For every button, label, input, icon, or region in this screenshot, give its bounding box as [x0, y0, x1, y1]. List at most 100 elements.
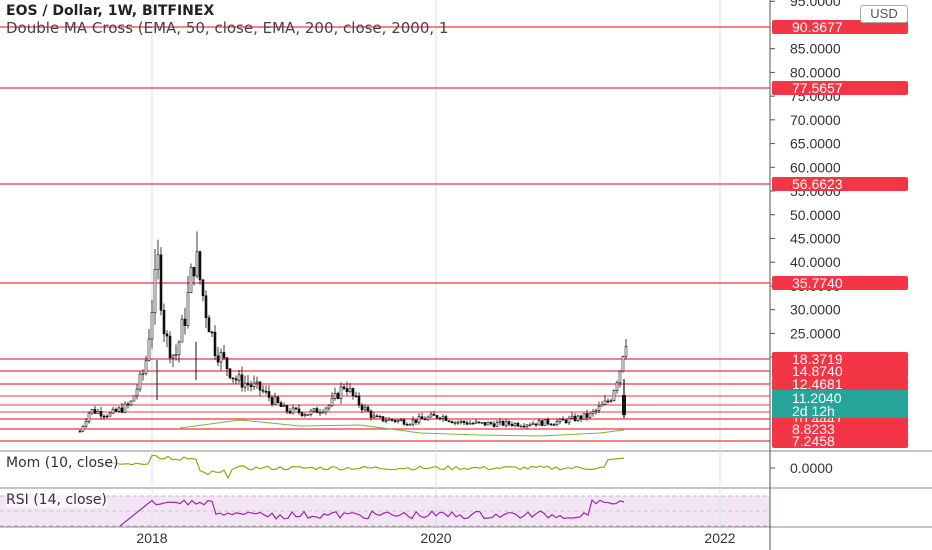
candle-body — [372, 415, 376, 418]
candle-body — [240, 374, 244, 388]
candle-body — [297, 408, 301, 413]
candle-body — [504, 421, 508, 426]
candle-body — [306, 414, 310, 416]
candle-body — [456, 421, 460, 424]
candle-body — [207, 317, 211, 333]
currency-button[interactable]: USD — [860, 5, 908, 23]
candle-body — [612, 390, 616, 401]
candle-body — [153, 269, 157, 313]
candle-body — [444, 416, 448, 422]
candle-body — [144, 360, 148, 374]
candle-body — [312, 408, 316, 412]
candle-body — [609, 400, 613, 402]
candle-body — [327, 405, 331, 409]
candle-body — [264, 390, 268, 393]
candle-body — [210, 331, 214, 334]
candle-body — [198, 251, 202, 281]
candle-body — [591, 411, 595, 414]
candle-body — [351, 388, 355, 397]
candle-body — [579, 415, 583, 420]
candle-body — [600, 404, 604, 407]
candle-body — [303, 414, 307, 417]
candle-body — [120, 407, 124, 413]
candle-body — [360, 404, 364, 411]
candle-body — [570, 415, 574, 419]
candle-body — [249, 384, 253, 388]
candle-body — [396, 419, 400, 422]
candle-body — [87, 412, 91, 422]
candle-body — [582, 413, 586, 420]
candle-body — [622, 395, 626, 415]
candle-body — [159, 254, 163, 311]
candle-body — [399, 419, 403, 422]
chart-canvas[interactable]: 2018 2020 202295.000085.000080.000075.0000… — [0, 0, 932, 550]
candle-body — [408, 423, 412, 426]
candle-body — [510, 423, 514, 426]
candle-body — [189, 266, 193, 293]
candle-body — [105, 415, 109, 418]
candle-body — [366, 406, 370, 412]
candle-body — [483, 422, 487, 426]
time-axis-label: 2020 — [420, 530, 451, 546]
candle-body — [123, 403, 127, 413]
time-axis-label: 2022 — [704, 530, 735, 546]
symbol-title[interactable]: EOS / Dollar, 1W, BITFINEX — [6, 3, 214, 19]
candle-body — [528, 424, 532, 427]
candle-body — [363, 406, 367, 411]
candle-body — [495, 422, 499, 427]
candle-body — [231, 377, 235, 380]
candle-body — [168, 335, 172, 359]
candle-body — [195, 251, 199, 277]
candle-body — [228, 368, 232, 379]
candle-body — [453, 421, 457, 424]
candle-body — [576, 415, 580, 422]
candle-body — [126, 403, 130, 406]
price-tick-label: 85.0000 — [790, 41, 841, 57]
candle-body — [450, 421, 454, 424]
indicator-legend[interactable]: Double MA Cross (EMA, 50, close, EMA, 20… — [6, 19, 448, 37]
candle-body — [411, 419, 415, 425]
candle-body — [561, 418, 565, 421]
candle-body — [387, 418, 391, 421]
candle-body — [558, 418, 562, 422]
candle-body — [618, 370, 622, 384]
candle-body — [288, 411, 292, 414]
candle-body — [546, 419, 550, 425]
momentum-label[interactable]: Mom (10, close) — [6, 455, 119, 471]
candle-body — [90, 409, 94, 414]
price-tick-label: 80.0000 — [790, 64, 841, 80]
candle-body — [108, 412, 112, 417]
rsi-label[interactable]: RSI (14, close) — [6, 492, 107, 508]
level-tag-label: 35.7740 — [792, 275, 843, 291]
candle-body — [354, 395, 358, 398]
candle-body — [237, 374, 241, 381]
candle-body — [414, 419, 418, 423]
candle-body — [336, 392, 340, 399]
candle-body — [165, 333, 169, 337]
candle-body — [258, 381, 262, 391]
candle-body — [348, 388, 352, 392]
candle-body — [477, 421, 481, 424]
candle-body — [522, 425, 526, 428]
candle-body — [468, 422, 472, 425]
candle-body — [222, 352, 226, 359]
candle-body — [594, 409, 598, 412]
time-axis-label: 2018 — [136, 530, 167, 546]
candle-body — [465, 422, 469, 425]
candle-body — [216, 355, 220, 363]
candle-body — [213, 331, 217, 357]
candle-body — [225, 357, 229, 370]
price-tick-label: 45.0000 — [790, 230, 841, 246]
candle-body — [534, 423, 538, 426]
candle-body — [438, 417, 442, 420]
candle-body — [162, 310, 166, 335]
price-tick-label: 65.0000 — [790, 136, 841, 152]
candle-body — [486, 422, 490, 426]
candle-body — [345, 388, 349, 392]
candle-body — [357, 395, 361, 406]
candle-body — [294, 407, 298, 410]
candle-body — [315, 408, 319, 414]
candle-body — [459, 420, 463, 423]
candle-body — [129, 400, 133, 406]
candle-body — [78, 430, 82, 433]
